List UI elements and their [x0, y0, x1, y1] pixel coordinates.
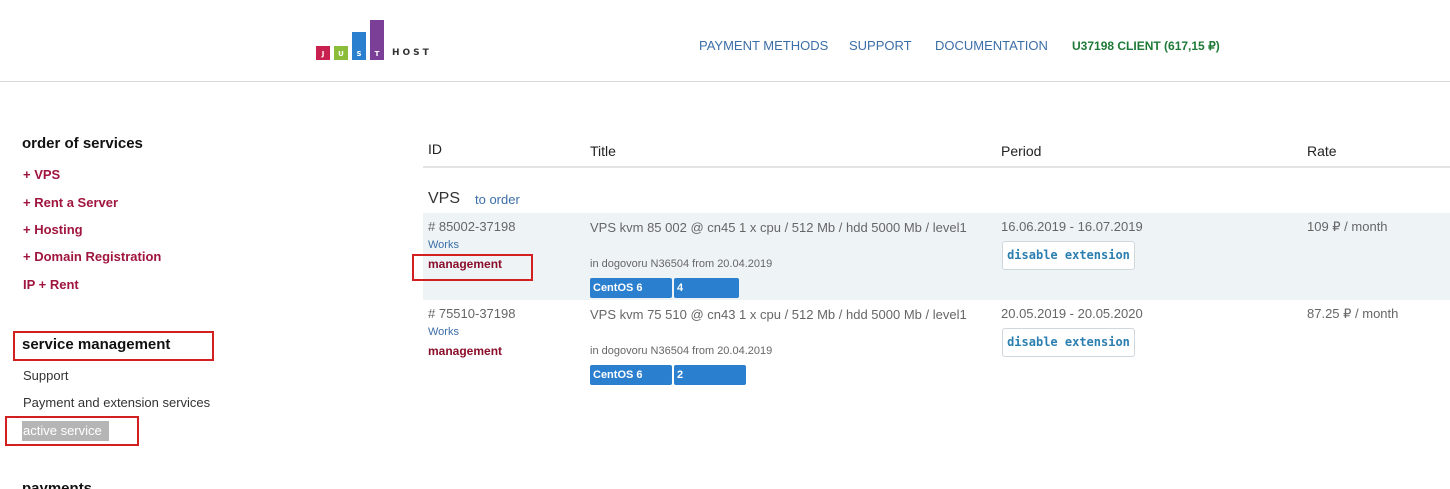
service-period: 20.05.2019 - 20.05.2020: [1001, 306, 1143, 321]
service-title: VPS kvm 85 002 @ cn45 1 x cpu / 512 Mb /…: [590, 220, 967, 235]
os-badge: CentOS 6 64bit: [590, 365, 672, 401]
service-rate: 87.25 ₽ / month: [1307, 306, 1399, 321]
column-header-rate: Rate: [1307, 143, 1337, 159]
logo-letter-3: S: [356, 50, 362, 58]
sidebar-item-payment-extension[interactable]: Payment and extension services: [23, 395, 210, 410]
ip-badge: 4: [674, 278, 739, 298]
logo-letter-2: U: [338, 50, 344, 58]
logo-letter-1: J: [321, 50, 325, 58]
disable-extension-button[interactable]: disable extension: [1002, 328, 1135, 357]
sidebar-order-title: order of services: [22, 135, 143, 152]
highlight-box-management: [412, 254, 533, 281]
service-period: 16.06.2019 - 16.07.2019: [1001, 219, 1143, 234]
column-header-title: Title: [590, 143, 616, 159]
justhost-logo[interactable]: J U S T HOST: [316, 18, 446, 60]
sidebar-item-domain-registration[interactable]: + Domain Registration: [23, 249, 161, 264]
sidebar-item-vps[interactable]: + VPS: [23, 167, 60, 182]
disable-extension-button[interactable]: disable extension: [1002, 241, 1135, 270]
sidebar-item-rent-server[interactable]: + Rent a Server: [23, 195, 118, 210]
logo-letter-4: T: [374, 50, 380, 58]
service-id: # 75510-37198: [428, 306, 516, 321]
group-title-vps: VPS: [428, 190, 461, 207]
service-status: Works: [428, 239, 459, 251]
sidebar-item-ip-rent[interactable]: IP + Rent: [23, 277, 79, 292]
service-title: VPS kvm 75 510 @ cn43 1 x cpu / 512 Mb /…: [590, 307, 967, 322]
sidebar-payments-title: payments: [22, 480, 93, 489]
service-rate: 109 ₽ / month: [1307, 219, 1388, 234]
service-id: # 85002-37198: [428, 219, 516, 234]
logo-host-text: HOST: [392, 48, 432, 58]
top-header: J U S T HOST PAYMENT METHODS SUPPORT DOC…: [0, 0, 1450, 82]
nav-support[interactable]: SUPPORT: [849, 38, 912, 53]
highlight-box-active-service: [5, 416, 139, 446]
nav-payment-methods[interactable]: PAYMENT METHODS: [699, 38, 828, 53]
column-header-id: ID: [428, 141, 442, 157]
ip-badge: 2: [674, 365, 746, 385]
nav-client-account[interactable]: U37198 CLIENT (617,15 ₽): [1072, 39, 1220, 53]
management-link[interactable]: management: [428, 344, 502, 358]
contract-info: in dogovoru N36504 from 20.04.2019: [590, 258, 773, 270]
column-header-period: Period: [1001, 143, 1042, 159]
contract-info: in dogovoru N36504 from 20.04.2019: [590, 345, 773, 357]
to-order-link[interactable]: to order: [475, 192, 520, 207]
sidebar-item-hosting[interactable]: + Hosting: [23, 222, 83, 237]
os-badge: CentOS 6 64bit: [590, 278, 672, 314]
nav-documentation[interactable]: DOCUMENTATION: [935, 38, 1048, 53]
highlight-box-service-management: [13, 331, 214, 361]
service-status: Works: [428, 326, 459, 338]
sidebar-item-support[interactable]: Support: [23, 368, 69, 383]
table-header-divider: [423, 166, 1450, 168]
